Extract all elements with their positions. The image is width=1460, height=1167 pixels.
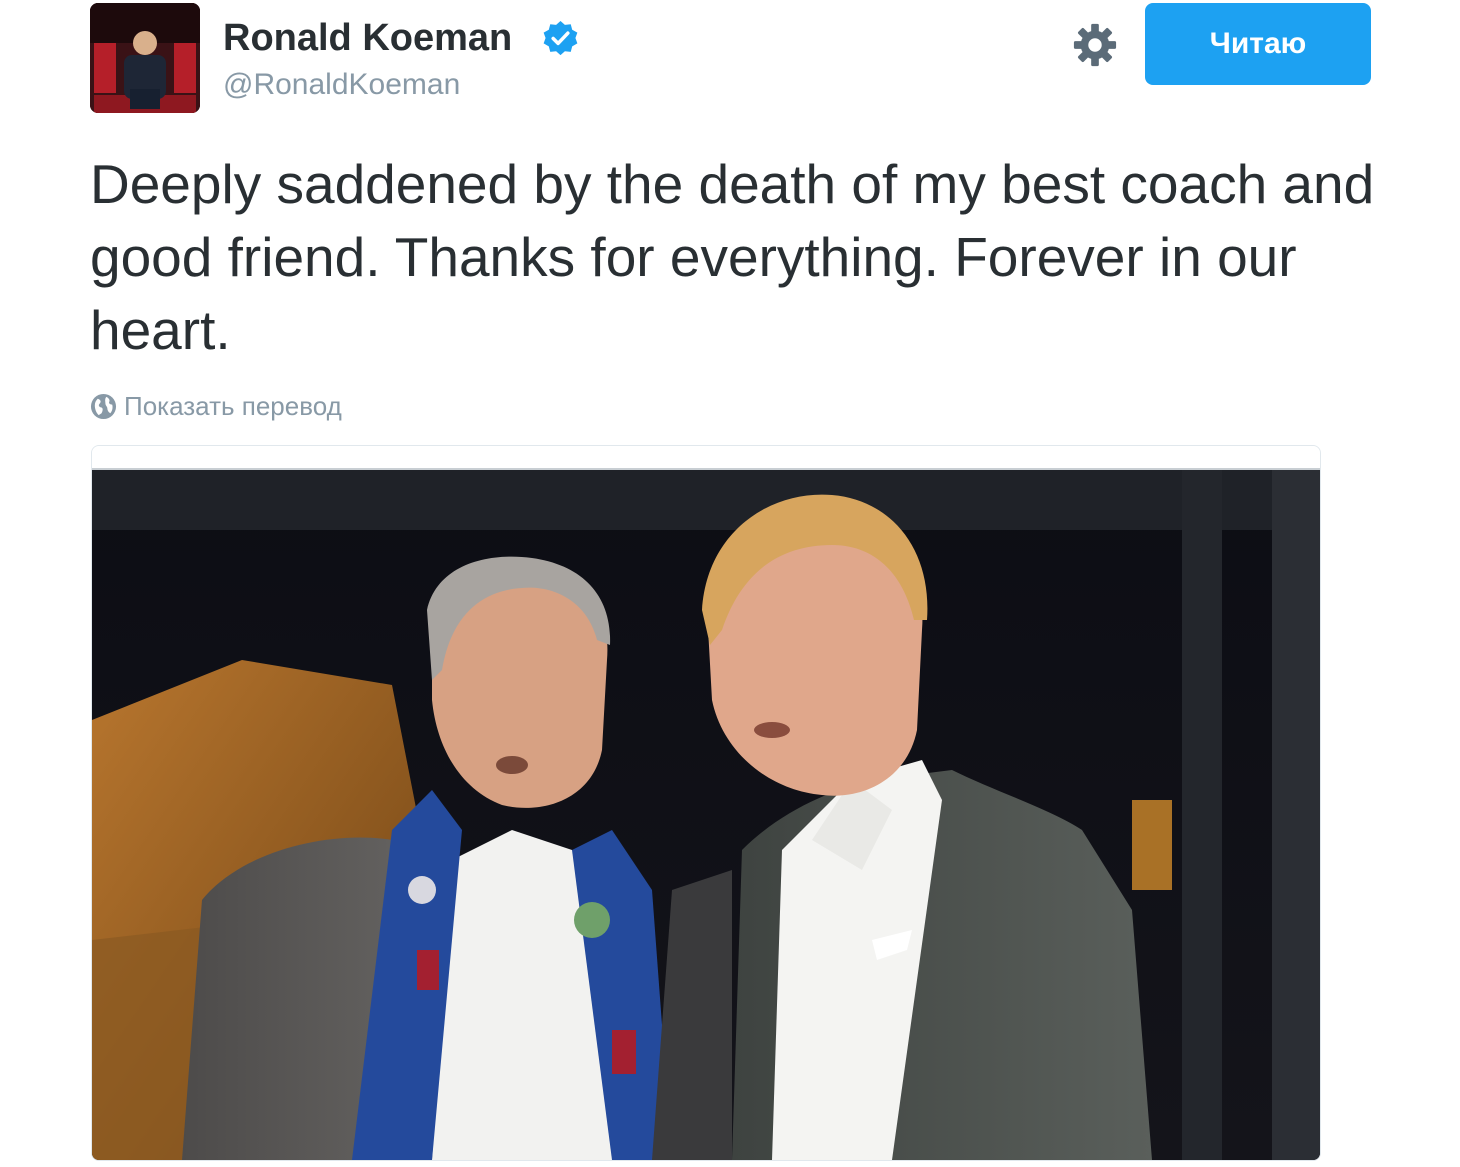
media-top-strip: [92, 446, 1320, 470]
tweet-media-photo[interactable]: [91, 445, 1321, 1161]
globe-icon: [90, 393, 117, 419]
media-photo-image: [92, 470, 1320, 1160]
user-avatar[interactable]: [90, 3, 200, 113]
tweet-text: Deeply saddened by the death of my best …: [90, 153, 1375, 361]
user-handle[interactable]: @RonaldKoeman: [223, 66, 460, 104]
show-translation-label: Показать перевод: [124, 390, 342, 421]
user-display-name[interactable]: Ronald Koeman: [223, 15, 512, 61]
show-translation-link[interactable]: Показать перевод: [90, 388, 342, 424]
verified-badge-icon: [543, 20, 578, 56]
gear-icon[interactable]: [1072, 22, 1118, 68]
follow-button[interactable]: Читаю: [1145, 3, 1371, 85]
tweet-card: Ronald Koeman @RonaldKoeman Читаю Deeply…: [0, 0, 1460, 1167]
